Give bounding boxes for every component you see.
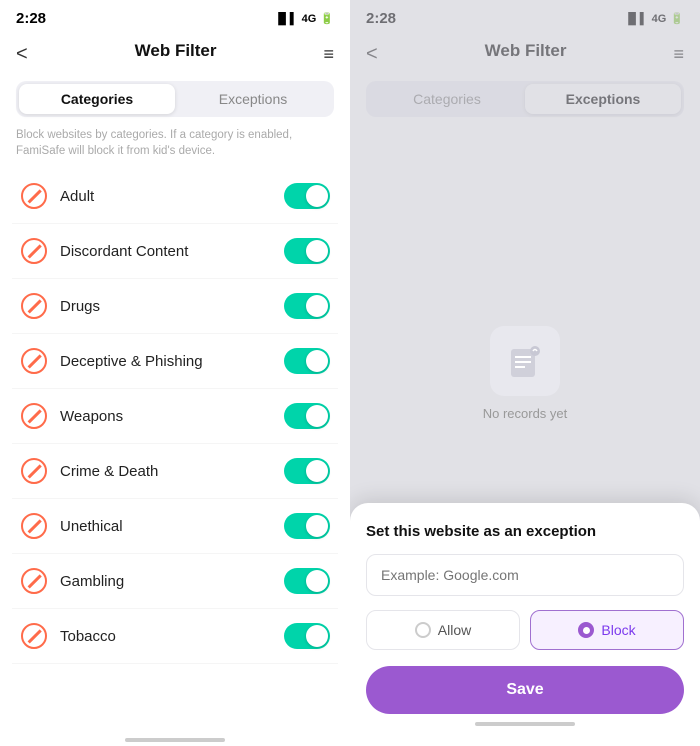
left-panel: 2:28 ▐▌▌ 4G 🔋 < Web Filter ≡ Categories … [0,0,350,746]
list-item: Tobacco [12,609,338,664]
list-item: Drugs [12,279,338,334]
toggle-crime[interactable] [284,458,330,484]
list-item: Unethical [12,499,338,554]
radio-group: Allow Block [366,610,684,650]
toggle-unethical[interactable] [284,513,330,539]
tab-exceptions-left[interactable]: Exceptions [175,84,331,114]
radio-circle-block [578,622,594,638]
block-icon-unethical [20,512,48,540]
right-panel: 2:28 ▐▌▌ 4G 🔋 < Web Filter ≡ Categories … [350,0,700,746]
menu-button-left[interactable]: ≡ [323,44,334,65]
tab-switcher-left: Categories Exceptions [16,81,334,117]
toggle-drugs[interactable] [284,293,330,319]
toggle-gambling[interactable] [284,568,330,594]
time-left: 2:28 [16,10,46,27]
save-button[interactable]: Save [366,666,684,714]
radio-allow-label: Allow [438,622,471,638]
tab-categories-left[interactable]: Categories [19,84,175,114]
battery-icon-left: 🔋 [320,12,334,25]
radio-block-label: Block [601,622,635,638]
toggle-weapons[interactable] [284,403,330,429]
back-button-left[interactable]: < [16,43,28,66]
page-title-left: Web Filter [119,37,233,71]
status-bar-left: 2:28 ▐▌▌ 4G 🔋 [0,0,350,33]
toggle-phishing[interactable] [284,348,330,374]
category-label-weapons: Weapons [60,408,284,425]
list-item: Gambling [12,554,338,609]
toggle-adult[interactable] [284,183,330,209]
list-item: Weapons [12,389,338,444]
home-indicator-left [0,730,350,746]
toggle-tobacco[interactable] [284,623,330,649]
block-icon-tobacco [20,622,48,650]
block-icon-phishing [20,347,48,375]
no-records-icon [490,326,560,396]
block-icon-crime [20,457,48,485]
category-label-drugs: Drugs [60,298,284,315]
signal-bars-left: ▐▌▌ [274,13,297,25]
block-icon-gambling [20,567,48,595]
block-icon-weapons [20,402,48,430]
toggle-discordant[interactable] [284,238,330,264]
block-icon-adult [20,182,48,210]
home-indicator-right [366,714,684,730]
list-item: Crime & Death [12,444,338,499]
block-icon-drugs [20,292,48,320]
description-text: Block websites by categories. If a categ… [0,127,350,169]
radio-block[interactable]: Block [530,610,684,650]
nav-bar-left: < Web Filter ≡ [0,33,350,81]
network-type-left: 4G [302,13,317,25]
category-list: Adult Discordant Content Drugs Deceptive… [0,169,350,730]
category-label-phishing: Deceptive & Phishing [60,353,284,370]
status-icons-left: ▐▌▌ 4G 🔋 [274,12,334,25]
list-item: Discordant Content [12,224,338,279]
category-label-adult: Adult [60,188,284,205]
category-label-tobacco: Tobacco [60,628,284,645]
no-records-text: No records yet [483,406,568,421]
sheet-title: Set this website as an exception [366,523,684,540]
block-icon-discordant [20,237,48,265]
category-label-gambling: Gambling [60,573,284,590]
url-input[interactable] [366,554,684,596]
list-item: Adult [12,169,338,224]
radio-allow[interactable]: Allow [366,610,520,650]
list-item: Deceptive & Phishing [12,334,338,389]
category-label-discordant: Discordant Content [60,243,284,260]
category-label-crime: Crime & Death [60,463,284,480]
bottom-sheet: Set this website as an exception Allow B… [350,503,700,746]
radio-circle-allow [415,622,431,638]
category-label-unethical: Unethical [60,518,284,535]
